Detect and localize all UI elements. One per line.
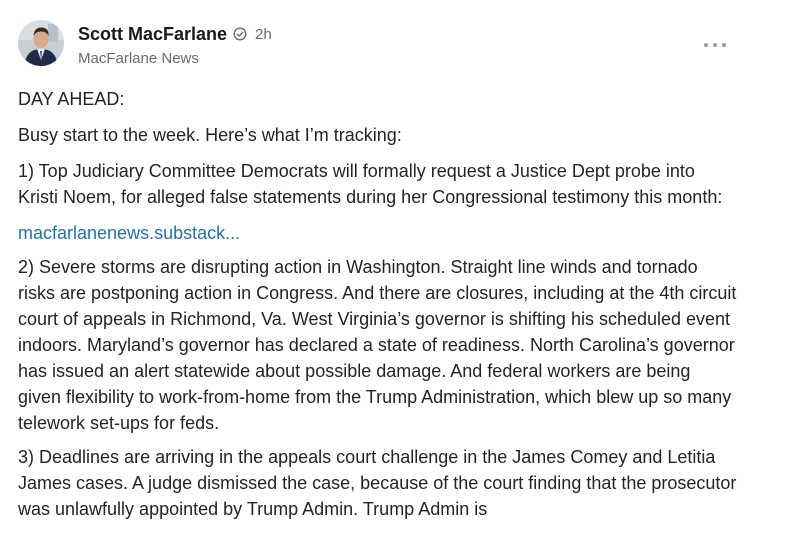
publication-name[interactable]: MacFarlane News <box>78 50 272 67</box>
post-item-2: 2) Severe storms are disrupting action i… <box>18 257 737 433</box>
author-name[interactable]: Scott MacFarlane <box>78 24 227 45</box>
more-options-button[interactable] <box>704 36 726 54</box>
post-item-1: 1) Top Judiciary Committee Democrats wil… <box>18 161 723 207</box>
more-horizontal-icon <box>704 43 708 47</box>
note-post: Scott MacFarlane 2h MacFarlane News DAY … <box>0 0 792 549</box>
verified-check-icon <box>233 27 247 41</box>
post-body: DAY AHEAD: Busy start to the week. Here’… <box>18 86 738 522</box>
post-link-paragraph: macfarlanenews.substack... <box>18 220 738 246</box>
avatar-image <box>18 20 64 66</box>
more-horizontal-icon-dot <box>722 43 726 47</box>
post-timestamp[interactable]: 2h <box>255 26 272 43</box>
more-horizontal-icon-dot <box>713 43 717 47</box>
post-intro: Busy start to the week. Here’s what I’m … <box>18 125 402 145</box>
post-header: Scott MacFarlane 2h MacFarlane News <box>18 20 272 70</box>
author-meta: Scott MacFarlane 2h MacFarlane News <box>78 20 272 68</box>
post-heading: DAY AHEAD: <box>18 89 125 109</box>
author-avatar[interactable] <box>18 20 64 66</box>
substack-link[interactable]: macfarlanenews.substack... <box>18 223 240 243</box>
post-item-3: 3) Deadlines are arriving in the appeals… <box>18 447 737 519</box>
author-name-row: Scott MacFarlane 2h <box>78 23 272 45</box>
